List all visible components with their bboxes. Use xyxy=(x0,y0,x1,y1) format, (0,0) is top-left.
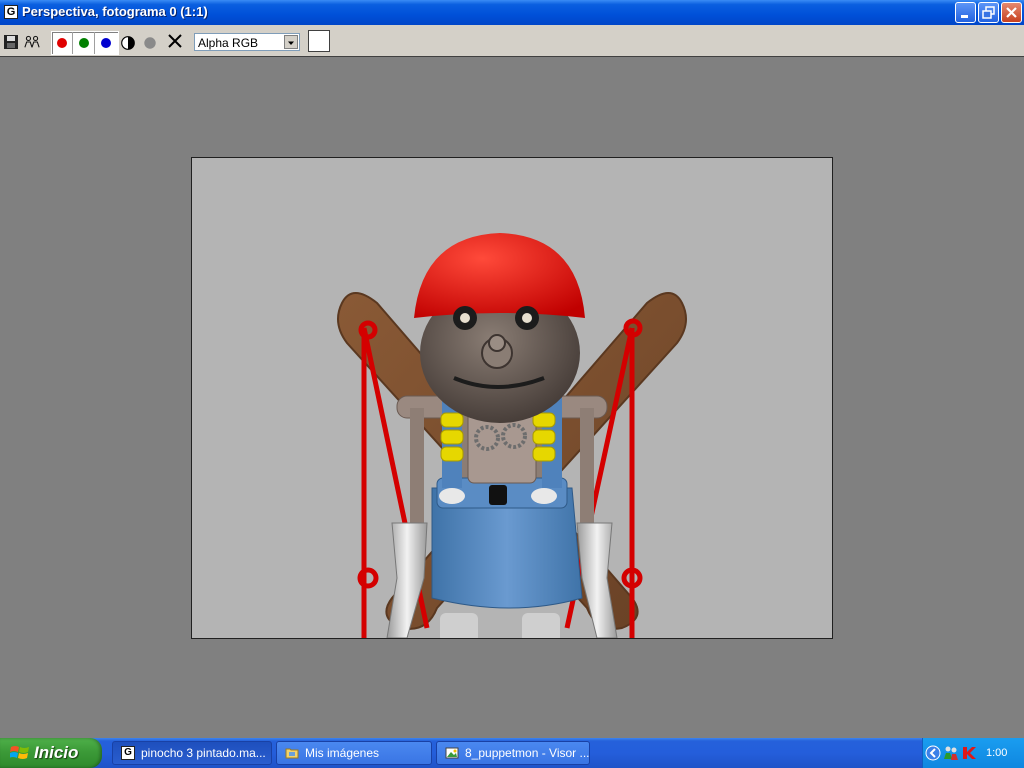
taskbar-item-pinocho[interactable]: G pinocho 3 pintado.ma... xyxy=(112,741,272,765)
taskbar-item-mis-imagenes[interactable]: Mis imágenes xyxy=(276,741,432,765)
title-bar[interactable]: G Perspectiva, fotograma 0 (1:1) xyxy=(0,0,1024,25)
taskbar-item-label: 8_puppetmon - Visor ... xyxy=(465,746,590,760)
puppet-render-image xyxy=(337,233,687,638)
monochrome-icon[interactable] xyxy=(120,35,136,51)
windows-logo-icon xyxy=(10,746,29,759)
taskbar-item-label: pinocho 3 pintado.ma... xyxy=(141,746,266,760)
green-dot-icon xyxy=(79,38,89,48)
alpha-channel-icon[interactable] xyxy=(142,35,158,51)
start-label: Inicio xyxy=(34,743,79,762)
save-icon[interactable] xyxy=(3,34,19,50)
minimize-button[interactable] xyxy=(955,2,976,23)
tray-expand-icon[interactable] xyxy=(925,745,941,761)
red-dot-icon xyxy=(57,38,67,48)
antivirus-k-icon[interactable] xyxy=(961,745,977,761)
restore-icon xyxy=(982,6,995,19)
app-g-icon[interactable]: G xyxy=(4,5,18,19)
green-channel-button[interactable] xyxy=(74,32,95,54)
close-icon xyxy=(1006,7,1017,18)
clone-window-icon[interactable] xyxy=(24,34,40,50)
taskbar: Inicio G pinocho 3 pintado.ma... Mis imá… xyxy=(0,738,1024,768)
folder-icon xyxy=(285,748,299,759)
channel-select[interactable]: Alpha RGB xyxy=(194,33,300,51)
channel-select-value: Alpha RGB xyxy=(198,36,259,50)
window-title: Perspectiva, fotograma 0 (1:1) xyxy=(22,4,208,19)
render-viewport xyxy=(191,157,833,639)
blue-dot-icon xyxy=(101,38,111,48)
system-tray xyxy=(922,738,1024,768)
clock: 1:00 xyxy=(986,747,1008,759)
blue-channel-button[interactable] xyxy=(96,32,117,54)
background-color-swatch[interactable] xyxy=(308,30,330,52)
taskbar-item-label: Mis imágenes xyxy=(305,746,380,760)
network-users-icon[interactable] xyxy=(943,745,959,761)
image-viewer-icon xyxy=(445,747,459,759)
channel-buttons xyxy=(51,31,119,55)
red-channel-button[interactable] xyxy=(52,32,73,54)
close-button[interactable] xyxy=(1001,2,1022,23)
start-button[interactable]: Inicio xyxy=(0,738,102,768)
dropdown-arrow-icon[interactable] xyxy=(284,35,298,49)
minimize-icon xyxy=(961,15,968,18)
restore-button[interactable] xyxy=(978,2,999,23)
clear-icon[interactable] xyxy=(167,33,183,49)
app-g-icon: G xyxy=(121,746,135,760)
taskbar-item-visor[interactable]: 8_puppetmon - Visor ... xyxy=(436,741,590,765)
